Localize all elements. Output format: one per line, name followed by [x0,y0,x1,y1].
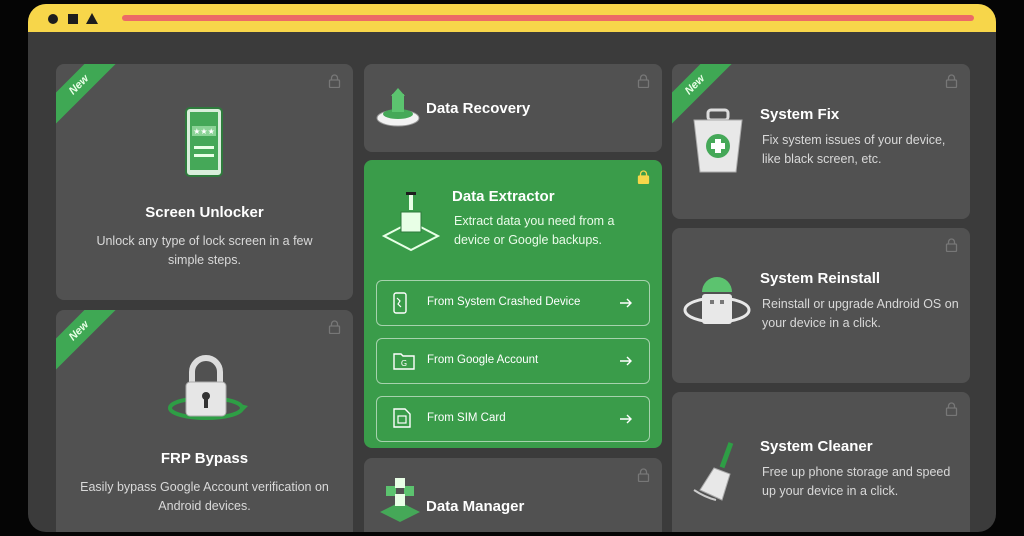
lock-icon [328,74,341,88]
card-description: Easily bypass Google Account verificatio… [80,480,329,513]
card-title: Data Recovery [426,100,531,117]
option-crashed-device[interactable]: From System Crashed Device [376,280,650,326]
system-fix-card[interactable]: New System Fix Fix system issues of your… [672,64,970,219]
option-google-account[interactable]: G From Google Account [376,338,650,384]
option-label: From System Crashed Device [427,296,581,308]
lock-icon [637,170,650,184]
lock-icon [328,320,341,334]
arrow-right-icon [620,298,632,308]
data-recovery-icon [376,88,420,127]
lock-icon [945,402,958,416]
card-description: Extract data you need from a device or G… [454,214,615,247]
card-title: Screen Unlocker [145,204,264,221]
arrow-right-icon [620,414,632,424]
option-sim-card[interactable]: From SIM Card [376,396,650,442]
window-square-icon[interactable] [68,14,78,24]
first-aid-kit-icon [693,108,743,173]
data-extractor-icon [381,192,441,252]
system-reinstall-card[interactable]: System Reinstall Reinstall or upgrade An… [672,228,970,383]
lock-icon [637,74,650,88]
window-triangle-icon[interactable] [86,13,98,24]
crashed-phone-icon [393,292,407,314]
card-description: Unlock any type of lock screen in a few … [96,234,313,267]
system-cleaner-card[interactable]: System Cleaner Free up phone storage and… [672,392,970,532]
card-description: Reinstall or upgrade Android OS on your … [762,297,959,330]
card-title: System Reinstall [760,270,881,287]
data-extractor-card[interactable]: Data Extractor Extract data you need fro… [364,160,662,448]
arrow-right-icon [620,356,632,366]
window-dot-icon[interactable] [48,14,58,24]
card-description: Free up phone storage and speed up your … [762,465,951,498]
sim-card-icon [393,408,411,428]
card-title: System Fix [760,106,840,123]
card-title: Data Manager [426,498,525,515]
svg-text:★★★: ★★★ [193,127,215,136]
card-title: FRP Bypass [160,450,249,467]
android-reinstall-icon [683,277,751,324]
google-icon: G [393,353,415,370]
data-manager-card[interactable]: Data Manager [364,458,662,532]
broom-icon [693,442,734,501]
option-label: From Google Account [427,354,539,366]
address-bar [122,15,974,21]
new-badge: New [56,310,119,371]
svg-text:G: G [401,359,407,368]
phone-unlock-icon: ★★★ [185,107,223,177]
frp-bypass-card[interactable]: New FRP Bypass Easily bypass Google Acco… [56,310,353,532]
lock-icon [945,238,958,252]
card-description: Fix system issues of your device, like b… [762,133,946,166]
padlock-icon [168,355,248,420]
app-window: New ★★★ Screen Unlocker Unlock any type … [28,4,996,532]
card-title: Data Extractor [452,188,555,205]
screen-unlocker-card[interactable]: New ★★★ Screen Unlocker Unlock any type … [56,64,353,300]
option-label: From SIM Card [427,412,506,424]
card-title: System Cleaner [760,438,873,455]
lock-icon [637,468,650,482]
data-recovery-card[interactable]: Data Recovery [364,64,662,152]
lock-icon [945,74,958,88]
new-badge: New [56,64,119,125]
title-bar [28,4,996,32]
data-manager-icon [380,478,420,522]
